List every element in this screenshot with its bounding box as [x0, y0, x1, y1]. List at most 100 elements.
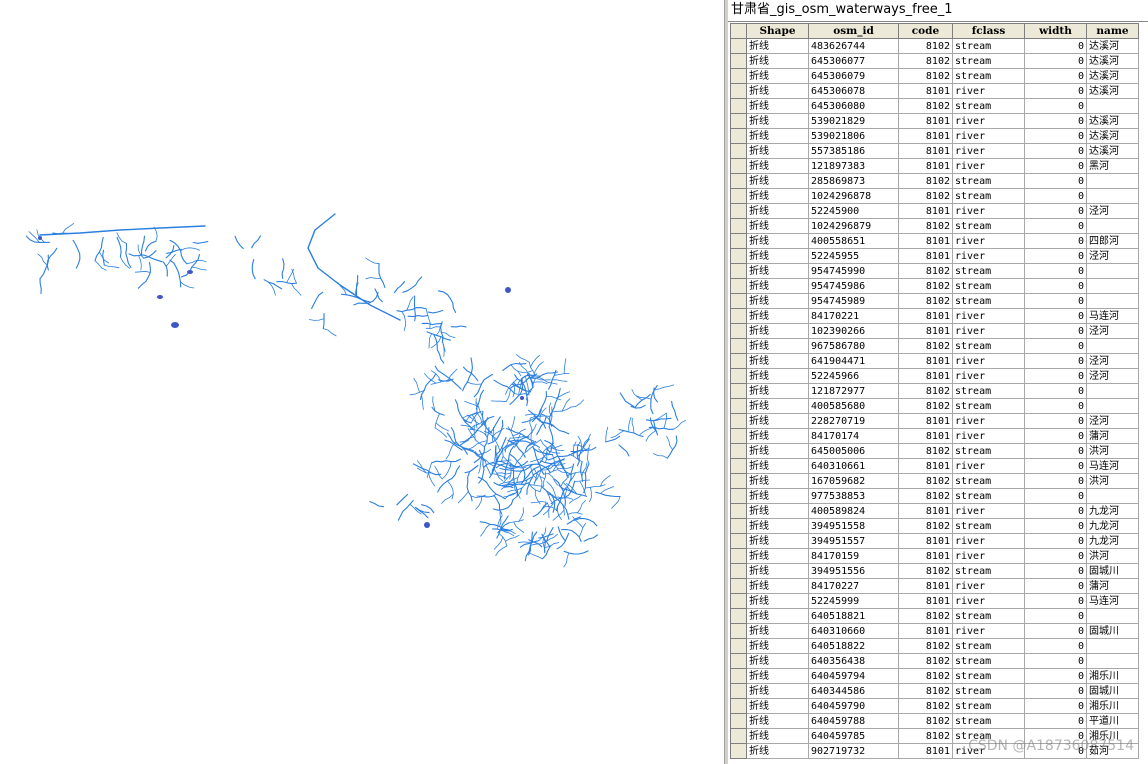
cell-shape[interactable]: 折线 [746, 68, 809, 84]
row-selector[interactable] [730, 683, 747, 699]
table-row[interactable]: 折线 640459790 8102 stream 0 湘乐川 [730, 698, 1139, 714]
cell-width[interactable]: 0 [1024, 143, 1087, 159]
cell-code[interactable]: 8101 [898, 113, 953, 129]
cell-fclass[interactable]: stream [952, 278, 1025, 294]
table-row[interactable]: 折线 640518822 8102 stream 0 [730, 638, 1139, 654]
cell-osm_id[interactable]: 539021806 [808, 128, 899, 144]
cell-shape[interactable]: 折线 [746, 518, 809, 534]
cell-fclass[interactable]: stream [952, 293, 1025, 309]
row-selector[interactable] [730, 248, 747, 264]
cell-shape[interactable]: 折线 [746, 383, 809, 399]
cell-width[interactable]: 0 [1024, 443, 1087, 459]
cell-osm_id[interactable]: 285869873 [808, 173, 899, 189]
cell-fclass[interactable]: stream [952, 683, 1025, 699]
cell-width[interactable]: 0 [1024, 53, 1087, 69]
cell-shape[interactable]: 折线 [746, 473, 809, 489]
table-row[interactable]: 折线 52245966 8101 river 0 泾河 [730, 368, 1139, 384]
cell-width[interactable]: 0 [1024, 173, 1087, 189]
row-selector[interactable] [730, 383, 747, 399]
cell-name[interactable] [1086, 263, 1139, 279]
cell-width[interactable]: 0 [1024, 368, 1087, 384]
cell-code[interactable]: 8102 [898, 263, 953, 279]
table-row[interactable]: 折线 394951558 8102 stream 0 九龙河 [730, 518, 1139, 534]
cell-width[interactable]: 0 [1024, 308, 1087, 324]
cell-name[interactable]: 蒲河 [1086, 578, 1139, 594]
cell-osm_id[interactable]: 400589824 [808, 503, 899, 519]
cell-code[interactable]: 8102 [898, 488, 953, 504]
cell-shape[interactable]: 折线 [746, 263, 809, 279]
cell-name[interactable]: 马连河 [1086, 308, 1139, 324]
table-row[interactable]: 折线 394951557 8101 river 0 九龙河 [730, 533, 1139, 549]
row-selector[interactable] [730, 308, 747, 324]
cell-code[interactable]: 8102 [898, 173, 953, 189]
cell-osm_id[interactable]: 539021829 [808, 113, 899, 129]
row-selector[interactable] [730, 83, 747, 99]
cell-code[interactable]: 8101 [898, 128, 953, 144]
column-header-name[interactable]: name [1086, 23, 1139, 39]
row-selector[interactable] [730, 323, 747, 339]
cell-osm_id[interactable]: 228270719 [808, 413, 899, 429]
cell-code[interactable]: 8102 [898, 398, 953, 414]
cell-fclass[interactable]: river [952, 458, 1025, 474]
cell-code[interactable]: 8102 [898, 668, 953, 684]
cell-shape[interactable]: 折线 [746, 638, 809, 654]
cell-fclass[interactable]: river [952, 158, 1025, 174]
cell-shape[interactable]: 折线 [746, 38, 809, 54]
row-selector[interactable] [730, 293, 747, 309]
row-selector[interactable] [730, 668, 747, 684]
cell-osm_id[interactable]: 52245955 [808, 248, 899, 264]
cell-shape[interactable]: 折线 [746, 608, 809, 624]
cell-fclass[interactable]: river [952, 503, 1025, 519]
cell-osm_id[interactable]: 121897383 [808, 158, 899, 174]
cell-osm_id[interactable]: 394951558 [808, 518, 899, 534]
cell-width[interactable]: 0 [1024, 218, 1087, 234]
cell-code[interactable]: 8102 [898, 218, 953, 234]
cell-width[interactable]: 0 [1024, 68, 1087, 84]
table-row[interactable]: 折线 52245955 8101 river 0 泾河 [730, 248, 1139, 264]
cell-width[interactable]: 0 [1024, 188, 1087, 204]
cell-name[interactable]: 达溪河 [1086, 83, 1139, 99]
cell-fclass[interactable]: stream [952, 173, 1025, 189]
cell-fclass[interactable]: river [952, 128, 1025, 144]
row-selector[interactable] [730, 653, 747, 669]
cell-name[interactable] [1086, 293, 1139, 309]
cell-shape[interactable]: 折线 [746, 458, 809, 474]
cell-fclass[interactable]: river [952, 83, 1025, 99]
cell-fclass[interactable]: stream [952, 488, 1025, 504]
row-selector[interactable] [730, 503, 747, 519]
cell-shape[interactable]: 折线 [746, 668, 809, 684]
table-row[interactable]: 折线 640310660 8101 river 0 固城川 [730, 623, 1139, 639]
cell-fclass[interactable]: stream [952, 68, 1025, 84]
cell-name[interactable] [1086, 338, 1139, 354]
cell-width[interactable]: 0 [1024, 413, 1087, 429]
cell-name[interactable]: 九龙河 [1086, 533, 1139, 549]
cell-shape[interactable]: 折线 [746, 248, 809, 264]
cell-osm_id[interactable]: 640459794 [808, 668, 899, 684]
cell-name[interactable]: 达溪河 [1086, 143, 1139, 159]
table-row[interactable]: 折线 52245900 8101 river 0 泾河 [730, 203, 1139, 219]
cell-code[interactable]: 8102 [898, 293, 953, 309]
cell-width[interactable]: 0 [1024, 488, 1087, 504]
cell-osm_id[interactable]: 121872977 [808, 383, 899, 399]
cell-osm_id[interactable]: 1024296878 [808, 188, 899, 204]
table-row[interactable]: 折线 400585680 8102 stream 0 [730, 398, 1139, 414]
cell-name[interactable]: 固城川 [1086, 683, 1139, 699]
cell-width[interactable]: 0 [1024, 233, 1087, 249]
cell-fclass[interactable]: stream [952, 668, 1025, 684]
row-selector[interactable] [730, 428, 747, 444]
cell-osm_id[interactable]: 400585680 [808, 398, 899, 414]
cell-fclass[interactable]: river [952, 113, 1025, 129]
cell-code[interactable]: 8102 [898, 98, 953, 114]
cell-name[interactable] [1086, 173, 1139, 189]
cell-shape[interactable]: 折线 [746, 503, 809, 519]
row-selector[interactable] [730, 458, 747, 474]
cell-width[interactable]: 0 [1024, 563, 1087, 579]
cell-fclass[interactable]: stream [952, 653, 1025, 669]
cell-code[interactable]: 8101 [898, 158, 953, 174]
cell-name[interactable]: 泾河 [1086, 203, 1139, 219]
table-row[interactable]: 折线 640344586 8102 stream 0 固城川 [730, 683, 1139, 699]
cell-name[interactable]: 湘乐川 [1086, 668, 1139, 684]
cell-fclass[interactable]: river [952, 368, 1025, 384]
table-row[interactable]: 折线 121872977 8102 stream 0 [730, 383, 1139, 399]
cell-name[interactable]: 达溪河 [1086, 53, 1139, 69]
